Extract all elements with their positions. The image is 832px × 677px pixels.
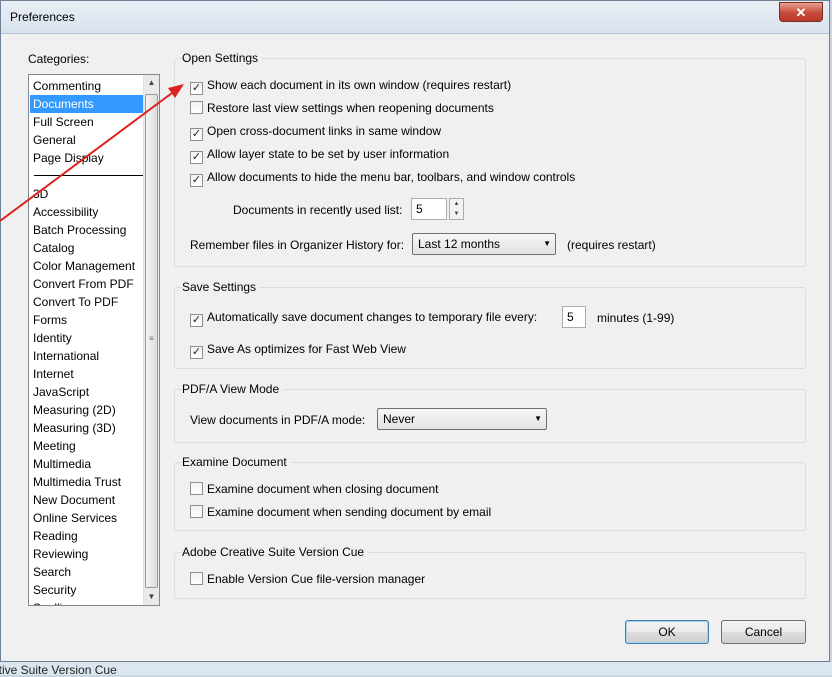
annotation-arrow-line	[0, 92, 173, 222]
annotation-arrow-head	[168, 84, 184, 98]
annotation-arrow	[0, 84, 184, 222]
